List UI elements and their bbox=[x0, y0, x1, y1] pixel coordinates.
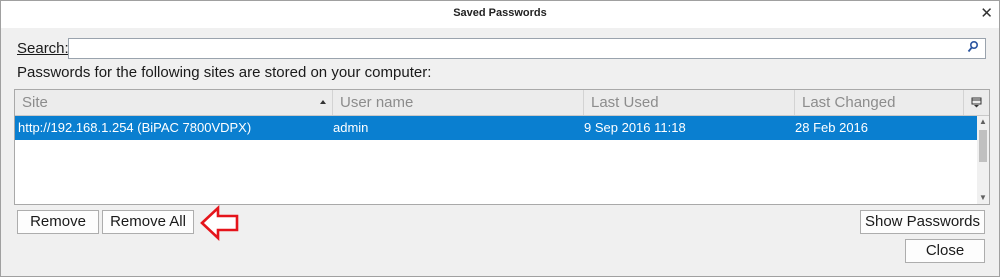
table-row[interactable]: http://192.168.1.254 (BiPAC 7800VDPX) ad… bbox=[15, 116, 977, 140]
remove-all-button-label: Remove All bbox=[110, 213, 186, 230]
remove-button[interactable]: Remove bbox=[17, 210, 99, 234]
column-header-site[interactable]: Site bbox=[15, 90, 333, 115]
title-bar: Saved Passwords ✕ bbox=[1, 1, 999, 28]
search-input[interactable] bbox=[71, 39, 955, 59]
search-label-text: Search: bbox=[17, 40, 69, 57]
column-header-last-changed-label: Last Changed bbox=[802, 94, 896, 111]
close-button[interactable]: Close bbox=[905, 239, 985, 263]
show-passwords-button[interactable]: Show Passwords bbox=[860, 210, 985, 234]
passwords-table: Site User name Last Used Last Changed ht… bbox=[14, 89, 990, 205]
search-box[interactable] bbox=[68, 38, 986, 59]
show-passwords-button-label: Show Passwords bbox=[864, 213, 981, 230]
column-header-last-used[interactable]: Last Used bbox=[584, 90, 795, 115]
remove-button-label: Remove bbox=[30, 213, 86, 230]
scroll-down-arrow-icon[interactable]: ▼ bbox=[977, 192, 989, 204]
cell-last-changed: 28 Feb 2016 bbox=[795, 120, 869, 135]
column-header-last-changed[interactable]: Last Changed bbox=[795, 90, 964, 115]
column-header-username[interactable]: User name bbox=[333, 90, 584, 115]
search-label: Search: bbox=[17, 40, 69, 57]
column-picker-icon[interactable] bbox=[964, 90, 989, 115]
stored-passwords-description: Passwords for the following sites are st… bbox=[17, 64, 432, 81]
saved-passwords-dialog: Saved Passwords ✕ Search: Passwords for … bbox=[0, 0, 1000, 277]
cell-site: http://192.168.1.254 (BiPAC 7800VDPX) bbox=[18, 120, 252, 135]
close-icon[interactable]: ✕ bbox=[980, 4, 993, 22]
sort-ascending-icon bbox=[320, 100, 326, 104]
scroll-up-arrow-icon[interactable]: ▲ bbox=[977, 116, 989, 128]
scrollbar-thumb[interactable] bbox=[979, 130, 987, 162]
column-header-last-used-label: Last Used bbox=[591, 94, 659, 111]
table-header: Site User name Last Used Last Changed bbox=[15, 90, 989, 116]
column-header-site-label: Site bbox=[22, 94, 48, 111]
column-header-username-label: User name bbox=[340, 94, 414, 111]
window-title: Saved Passwords bbox=[453, 7, 547, 19]
magnifier-icon[interactable] bbox=[967, 40, 979, 54]
close-button-label: Close bbox=[925, 242, 965, 259]
cell-username: admin bbox=[333, 120, 369, 135]
vertical-scrollbar[interactable]: ▲ ▼ bbox=[977, 116, 989, 204]
remove-all-button[interactable]: Remove All bbox=[102, 210, 194, 234]
left-arrow-annotation-icon bbox=[200, 205, 239, 241]
cell-last-used: 9 Sep 2016 11:18 bbox=[584, 120, 686, 135]
